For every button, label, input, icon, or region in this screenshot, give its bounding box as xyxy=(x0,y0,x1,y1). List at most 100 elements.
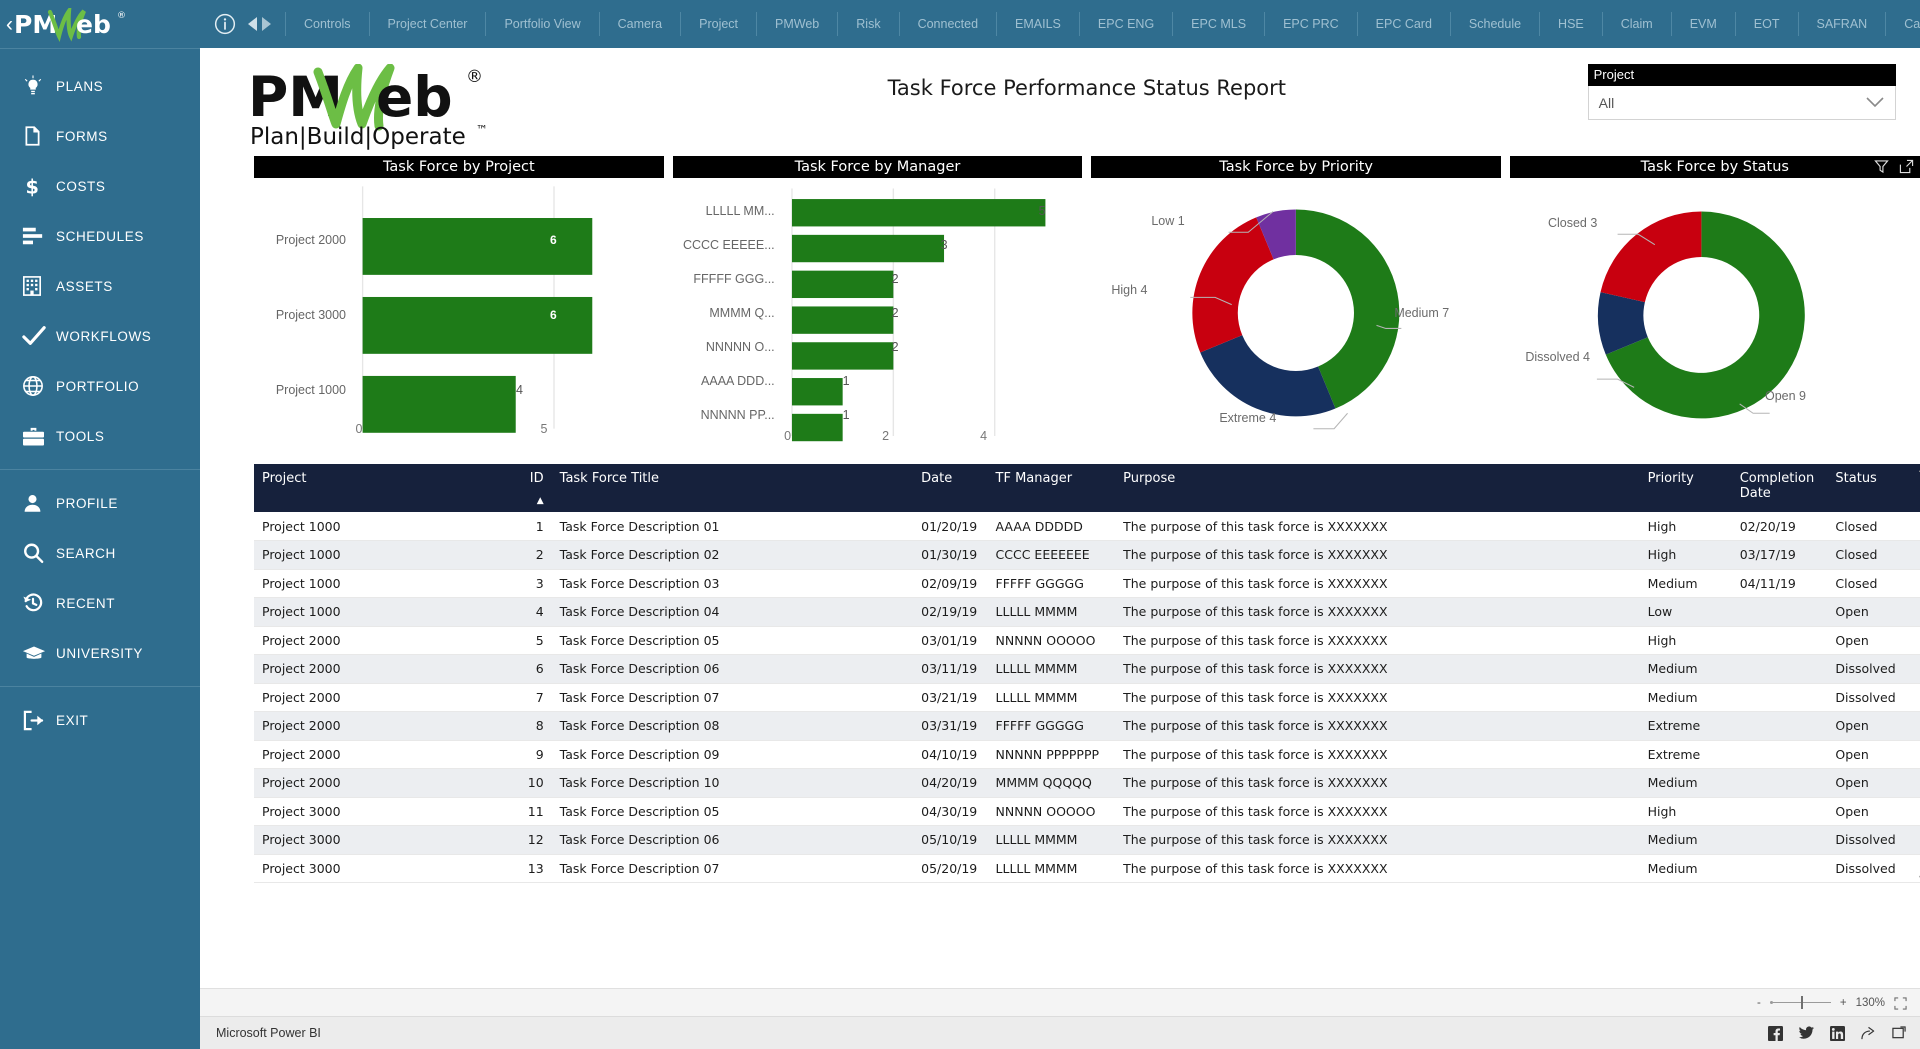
sidebar-item-label: ASSETS xyxy=(56,279,113,294)
top-nav-item-epc-card[interactable]: EPC Card xyxy=(1357,12,1450,36)
top-nav-item-project[interactable]: Project xyxy=(680,12,756,36)
table-row[interactable]: Project 20006Task Force Description 0603… xyxy=(254,655,1920,684)
donut-slice-high[interactable] xyxy=(1193,217,1274,352)
table-row[interactable]: Project 20008Task Force Description 0803… xyxy=(254,712,1920,741)
sidebar-item-profile[interactable]: PROFILE xyxy=(0,478,200,528)
table-row[interactable]: Project 10002Task Force Description 0201… xyxy=(254,541,1920,570)
fullscreen-icon[interactable] xyxy=(1892,1026,1906,1040)
bar-value-label: 6 xyxy=(550,308,557,322)
chevron-down-icon[interactable] xyxy=(1865,95,1885,111)
table-row[interactable]: Project 200010Task Force Description 100… xyxy=(254,769,1920,798)
table-row[interactable]: Project 10001Task Force Description 0101… xyxy=(254,512,1920,541)
table-row[interactable]: Project 300012Task Force Description 060… xyxy=(254,826,1920,855)
donut-chart-status[interactable]: Closed 3 Dissolved 4 Open 9 xyxy=(1510,178,1920,464)
zoom-out-button[interactable]: - xyxy=(1757,997,1761,1009)
sidebar-item-tools[interactable]: TOOLS xyxy=(0,411,200,461)
twitter-icon[interactable] xyxy=(1799,1026,1814,1040)
table-cell-purpose: The purpose of this task force is XXXXXX… xyxy=(1115,626,1640,655)
fit-to-page-icon[interactable] xyxy=(1894,997,1906,1009)
top-nav-item-schedule[interactable]: Schedule xyxy=(1450,12,1539,36)
nav-previous-arrow-icon[interactable] xyxy=(248,17,257,31)
linkedin-icon[interactable] xyxy=(1830,1026,1845,1041)
collapse-sidebar-chevron-icon[interactable]: ‹ xyxy=(6,14,13,35)
nav-arrows[interactable] xyxy=(248,17,271,31)
sidebar-item-costs[interactable]: $ COSTS xyxy=(0,161,200,211)
column-header-tf-manager[interactable]: TF Manager xyxy=(988,464,1116,512)
column-header-completion-date[interactable]: Completion Date xyxy=(1732,464,1828,512)
table-cell-title: Task Force Description 03 xyxy=(552,569,913,598)
nav-next-arrow-icon[interactable] xyxy=(262,17,271,31)
sidebar-item-forms[interactable]: FORMS xyxy=(0,111,200,161)
sidebar-item-portfolio[interactable]: PORTFOLIO xyxy=(0,361,200,411)
top-nav-item-connected[interactable]: Connected xyxy=(899,12,996,36)
sidebar-item-schedules[interactable]: SCHEDULES xyxy=(0,211,200,261)
scroll-down-arrow-icon[interactable]: ▼ xyxy=(1917,873,1920,883)
table-cell-id: 2 xyxy=(506,541,552,570)
table-row[interactable]: Project 20009Task Force Description 0904… xyxy=(254,740,1920,769)
column-header-status[interactable]: Status xyxy=(1827,464,1919,512)
table-cell-status: Closed xyxy=(1827,541,1919,570)
top-nav-item-cashflow[interactable]: Cashflow xyxy=(1885,12,1920,36)
sort-ascending-icon[interactable]: ▲ xyxy=(514,496,544,506)
table-scrollbar[interactable]: ▲ ▼ xyxy=(1917,464,1920,883)
column-header-date[interactable]: Date xyxy=(913,464,987,512)
donut-callout-closed: Closed 3 xyxy=(1548,216,1597,230)
sidebar-item-search[interactable]: SEARCH xyxy=(0,528,200,578)
top-nav-item-eot[interactable]: EOT xyxy=(1735,12,1798,36)
visual-title-text: Task Force by Status xyxy=(1641,159,1789,175)
sidebar-item-recent[interactable]: RECENT xyxy=(0,578,200,628)
sidebar-item-assets[interactable]: ASSETS xyxy=(0,261,200,311)
top-nav-item-pmweb[interactable]: PMWeb xyxy=(756,12,837,36)
top-nav-item-epc-mls[interactable]: EPC MLS xyxy=(1172,12,1264,36)
zoom-in-button[interactable]: + xyxy=(1840,997,1847,1009)
column-header-project[interactable]: Project xyxy=(254,464,506,512)
table-body: Project 10001Task Force Description 0101… xyxy=(254,512,1920,883)
top-nav-item-project-center[interactable]: Project Center xyxy=(369,12,486,36)
zoom-level-label: 130% xyxy=(1856,997,1885,1009)
table-cell-purpose: The purpose of this task force is XXXXXX… xyxy=(1115,569,1640,598)
x-axis-tick: 5 xyxy=(541,422,548,436)
top-nav-item-emails[interactable]: EMAILS xyxy=(996,12,1079,36)
top-nav-item-epc-eng[interactable]: EPC ENG xyxy=(1079,12,1172,36)
zoom-slider[interactable] xyxy=(1770,996,1831,1009)
column-header-priority[interactable]: Priority xyxy=(1640,464,1732,512)
column-header-purpose[interactable]: Purpose xyxy=(1115,464,1640,512)
top-nav-item-evm[interactable]: EVM xyxy=(1671,12,1735,36)
top-nav-item-epc-prc[interactable]: EPC PRC xyxy=(1264,12,1357,36)
table-row[interactable]: Project 20005Task Force Description 0503… xyxy=(254,626,1920,655)
column-header-task-force-title[interactable]: Task Force Title xyxy=(552,464,913,512)
sidebar-brand-logo[interactable]: ‹ PM eb ® xyxy=(0,0,200,48)
zoom-bar: - + 130% xyxy=(200,988,1920,1016)
donut-chart-priority[interactable]: Low 1 High 4 Extreme 4 Medium 7 xyxy=(1091,178,1501,464)
top-nav-item-risk[interactable]: Risk xyxy=(837,12,898,36)
table-row[interactable]: Project 300013Task Force Description 070… xyxy=(254,854,1920,883)
top-nav-item-safran[interactable]: SAFRAN xyxy=(1798,12,1886,36)
table-row[interactable]: Project 300011Task Force Description 050… xyxy=(254,797,1920,826)
info-icon[interactable] xyxy=(214,13,236,35)
top-nav-item-camera[interactable]: Camera xyxy=(599,12,680,36)
donut-slice-closed[interactable] xyxy=(1600,212,1701,303)
table-row[interactable]: Project 20007Task Force Description 0703… xyxy=(254,683,1920,712)
share-icon[interactable] xyxy=(1861,1026,1876,1041)
bar-chart-manager[interactable]: LLLLL MM... CCCC EEEEE... FFFFF GGG... M… xyxy=(673,178,1083,464)
bar-chart-project[interactable]: Project 2000 Project 3000 Project 1000 6… xyxy=(254,178,664,464)
top-nav-item-hse[interactable]: HSE xyxy=(1539,12,1602,36)
facebook-icon[interactable] xyxy=(1768,1026,1783,1041)
table-row[interactable]: Project 10003Task Force Description 0302… xyxy=(254,569,1920,598)
top-nav-item-claim[interactable]: Claim xyxy=(1602,12,1671,36)
bar-value-label: 2 xyxy=(892,272,899,286)
top-nav-item-controls[interactable]: Controls xyxy=(285,12,369,36)
table-cell-status: Dissolved xyxy=(1827,683,1919,712)
table-cell-title: Task Force Description 02 xyxy=(552,541,913,570)
table-row[interactable]: Project 10004Task Force Description 0402… xyxy=(254,598,1920,627)
project-slicer-dropdown[interactable]: All xyxy=(1588,86,1896,120)
scroll-up-arrow-icon[interactable]: ▲ xyxy=(1917,464,1920,474)
sidebar-item-exit[interactable]: EXIT xyxy=(0,695,200,745)
sidebar-item-workflows[interactable]: WORKFLOWS xyxy=(0,311,200,361)
sidebar-item-plans[interactable]: PLANS xyxy=(0,61,200,111)
sidebar-item-university[interactable]: UNIVERSITY xyxy=(0,628,200,678)
top-nav-item-portfolio-view[interactable]: Portfolio View xyxy=(485,12,598,36)
donut-slice-extreme[interactable] xyxy=(1201,335,1336,416)
table-cell-purpose: The purpose of this task force is XXXXXX… xyxy=(1115,797,1640,826)
column-header-id[interactable]: ID ▲ xyxy=(506,464,552,512)
